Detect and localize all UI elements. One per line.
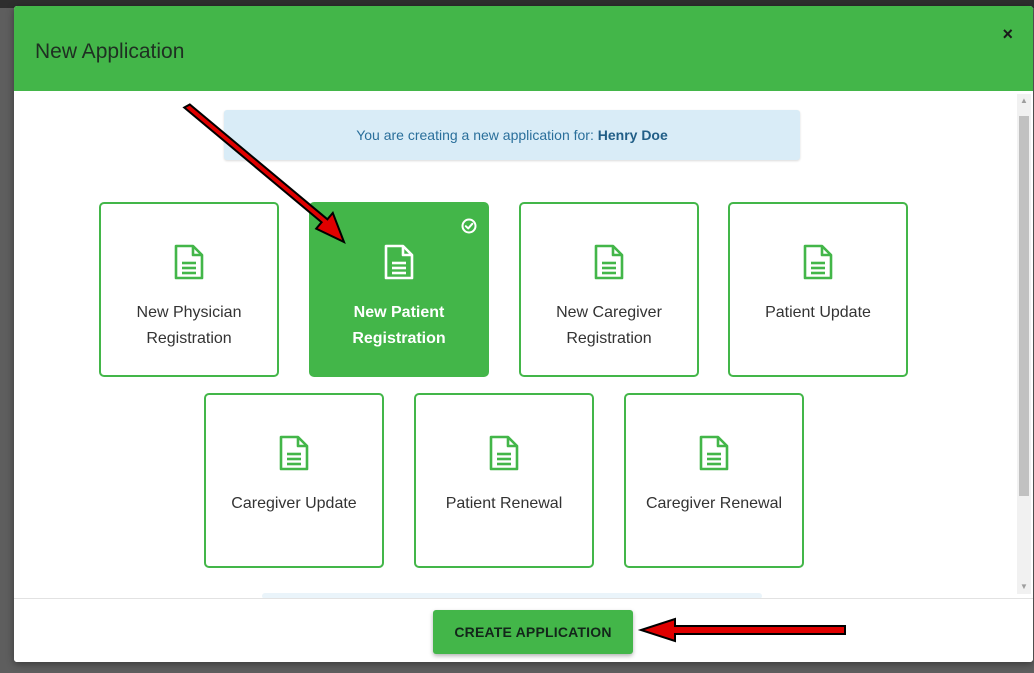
modal-scrollbar[interactable]: ▲ ▼ — [1017, 94, 1031, 594]
scroll-up-arrow-icon[interactable]: ▲ — [1017, 94, 1031, 108]
tile-new-caregiver-registration[interactable]: New Caregiver Registration — [519, 202, 699, 377]
document-icon — [384, 244, 414, 280]
tile-patient-renewal[interactable]: Patient Renewal — [414, 393, 594, 568]
modal-footer: CREATE APPLICATION — [14, 598, 1033, 662]
tile-new-physician-registration[interactable]: New Physician Registration — [99, 202, 279, 377]
scroll-down-arrow-icon[interactable]: ▼ — [1017, 580, 1031, 594]
check-circle-icon — [461, 218, 477, 234]
close-button[interactable]: × — [1002, 25, 1013, 43]
tile-label: New Caregiver Registration — [556, 304, 662, 347]
info-banner: You are creating a new application for: … — [224, 110, 800, 160]
tile-patient-update[interactable]: Patient Update — [728, 202, 908, 377]
document-icon — [699, 435, 729, 471]
modal-header: New Application × — [14, 6, 1033, 91]
tile-caregiver-update[interactable]: Caregiver Update — [204, 393, 384, 568]
create-application-button[interactable]: CREATE APPLICATION — [433, 610, 633, 654]
info-text: You are creating a new application for: — [356, 127, 598, 143]
tile-label: Caregiver Renewal — [645, 495, 783, 512]
scroll-thumb[interactable] — [1019, 116, 1029, 496]
tile-label: New Patient Registration — [352, 304, 446, 347]
new-application-modal: New Application × You are creating a new… — [14, 6, 1033, 662]
tile-label: Caregiver Update — [231, 495, 357, 512]
document-icon — [489, 435, 519, 471]
tile-new-patient-registration[interactable]: New Patient Registration — [309, 202, 489, 377]
tile-label: Patient Renewal — [445, 495, 563, 512]
tile-label: Patient Update — [765, 304, 871, 321]
document-icon — [594, 244, 624, 280]
tile-label: New Physician Registration — [136, 304, 242, 347]
document-icon — [803, 244, 833, 280]
document-icon — [174, 244, 204, 280]
document-icon — [279, 435, 309, 471]
modal-body: You are creating a new application for: … — [14, 91, 1033, 598]
modal-title: New Application — [35, 40, 185, 63]
applicant-name: Henry Doe — [597, 127, 668, 143]
tile-caregiver-renewal[interactable]: Caregiver Renewal — [624, 393, 804, 568]
